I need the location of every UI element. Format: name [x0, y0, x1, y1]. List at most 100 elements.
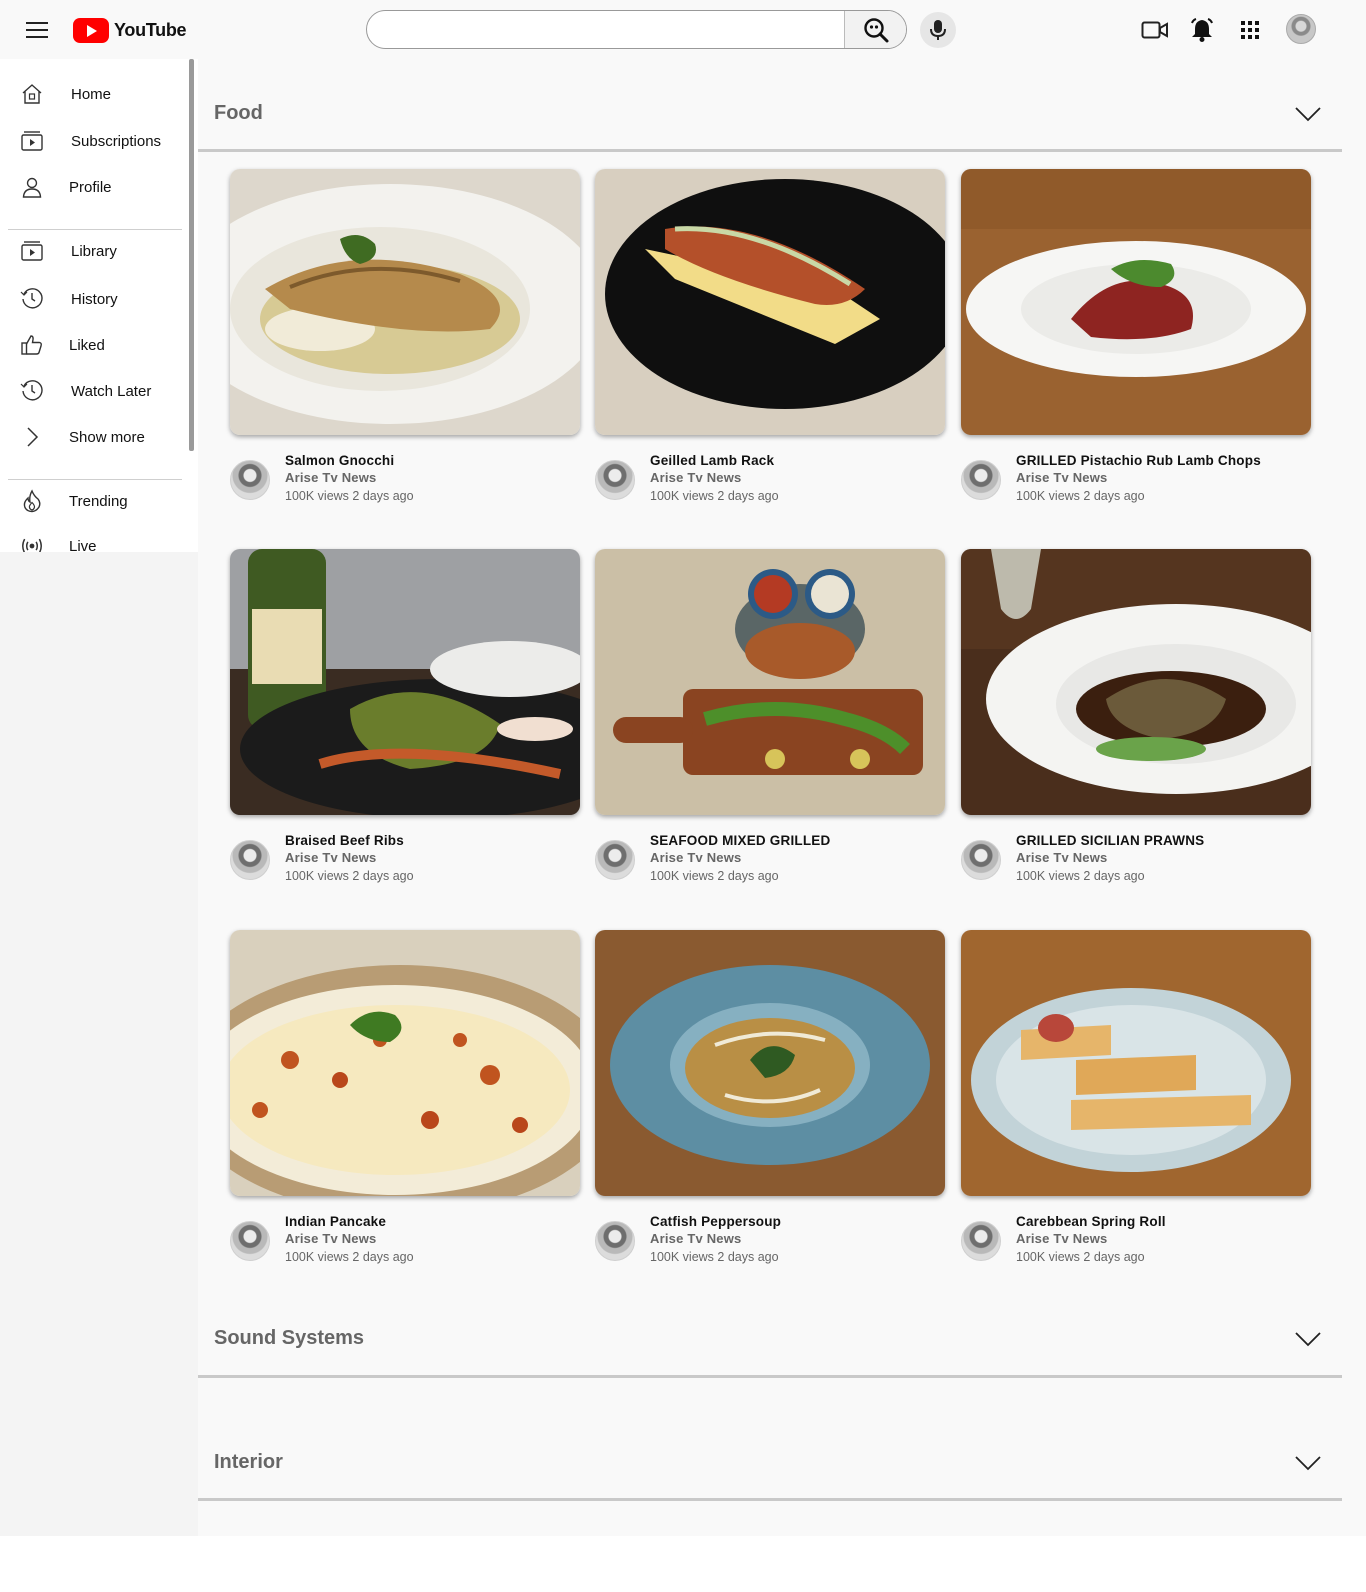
video-meta: 100K views 2 days ago: [1016, 869, 1145, 883]
channel-avatar[interactable]: [595, 1221, 635, 1261]
video-camera-icon[interactable]: [1141, 16, 1169, 44]
voice-search-button[interactable]: [920, 12, 956, 48]
section-header-sound-systems[interactable]: Sound Systems: [198, 1285, 1342, 1380]
video-thumbnail[interactable]: [961, 169, 1311, 435]
video-card[interactable]: Geilled Lamb Rack Arise Tv News 100K vie…: [595, 169, 945, 514]
chevron-down-icon[interactable]: [1295, 1455, 1321, 1471]
search-button[interactable]: [844, 11, 906, 48]
sidebar-scrollbar[interactable]: [189, 59, 194, 451]
video-meta: 100K views 2 days ago: [285, 1250, 414, 1264]
sidebar-item-liked[interactable]: Liked: [0, 325, 186, 365]
sidebar-divider: [8, 479, 182, 480]
bell-icon[interactable]: [1188, 16, 1216, 44]
video-title[interactable]: Catfish Peppersoup: [650, 1214, 781, 1229]
sidebar-item-subscriptions[interactable]: Subscriptions: [0, 121, 186, 161]
apps-grid-icon[interactable]: [1236, 16, 1264, 44]
video-card[interactable]: Catfish Peppersoup Arise Tv News 100K vi…: [595, 930, 945, 1275]
profile-icon: [20, 175, 44, 199]
sidebar-item-library[interactable]: Library: [0, 231, 186, 271]
video-card[interactable]: SEAFOOD MIXED GRILLED Arise Tv News 100K…: [595, 549, 945, 894]
video-card[interactable]: Salmon Gnocchi Arise Tv News 100K views …: [230, 169, 580, 514]
sidebar-item-home[interactable]: Home: [0, 74, 186, 114]
sidebar-item-watch-later[interactable]: Watch Later: [0, 371, 186, 411]
channel-avatar[interactable]: [230, 460, 270, 500]
video-thumbnail[interactable]: [595, 930, 945, 1196]
video-thumbnail[interactable]: [595, 169, 945, 435]
channel-name[interactable]: Arise Tv News: [285, 470, 376, 485]
sidebar-empty-area: [0, 552, 198, 1536]
clock-icon: [20, 379, 44, 403]
channel-name[interactable]: Arise Tv News: [1016, 850, 1107, 865]
channel-avatar[interactable]: [961, 1221, 1001, 1261]
page-footer-space: [0, 1536, 1366, 1592]
section-divider: [198, 1375, 1342, 1378]
channel-name[interactable]: Arise Tv News: [650, 470, 741, 485]
menu-icon[interactable]: [26, 22, 48, 38]
channel-name[interactable]: Arise Tv News: [285, 1231, 376, 1246]
video-thumbnail[interactable]: [230, 169, 580, 435]
search-bar: [366, 10, 907, 49]
section-title: Sound Systems: [214, 1327, 365, 1349]
video-title[interactable]: Braised Beef Ribs: [285, 833, 404, 848]
channel-name[interactable]: Arise Tv News: [1016, 470, 1107, 485]
logo-text: YouTube: [114, 19, 187, 40]
video-thumbnail[interactable]: [595, 549, 945, 815]
video-title[interactable]: GRILLED Pistachio Rub Lamb Chops: [1016, 453, 1261, 468]
mic-icon: [930, 20, 946, 40]
home-icon: [20, 82, 44, 106]
sidebar-item-label: Library: [71, 242, 117, 260]
channel-avatar[interactable]: [961, 460, 1001, 500]
top-bar: YouTube: [0, 0, 1366, 59]
sidebar-item-trending[interactable]: Trending: [0, 481, 186, 521]
channel-name[interactable]: Arise Tv News: [285, 850, 376, 865]
channel-name[interactable]: Arise Tv News: [650, 1231, 741, 1246]
video-card[interactable]: Indian Pancake Arise Tv News 100K views …: [230, 930, 580, 1275]
video-meta: 100K views 2 days ago: [1016, 489, 1145, 503]
channel-avatar[interactable]: [230, 840, 270, 880]
video-thumbnail[interactable]: [961, 930, 1311, 1196]
sidebar-item-label: Home: [71, 85, 112, 103]
video-title[interactable]: Salmon Gnocchi: [285, 453, 394, 468]
channel-avatar[interactable]: [595, 460, 635, 500]
channel-avatar[interactable]: [961, 840, 1001, 880]
video-title[interactable]: Indian Pancake: [285, 1214, 386, 1229]
video-card[interactable]: Carebbean Spring Roll Arise Tv News 100K…: [961, 930, 1311, 1275]
section-header-food[interactable]: Food: [198, 59, 1342, 154]
video-title[interactable]: Geilled Lamb Rack: [650, 453, 774, 468]
video-thumbnail[interactable]: [961, 549, 1311, 815]
video-card[interactable]: GRILLED SICILIAN PRAWNS Arise Tv News 10…: [961, 549, 1311, 894]
sidebar-item-label: Live: [69, 537, 97, 553]
channel-name[interactable]: Arise Tv News: [650, 850, 741, 865]
search-input[interactable]: [367, 11, 845, 48]
sidebar-item-label: Show more: [69, 428, 145, 446]
section-header-interior[interactable]: Interior: [198, 1409, 1342, 1504]
video-title[interactable]: Carebbean Spring Roll: [1016, 1214, 1166, 1229]
video-card[interactable]: GRILLED Pistachio Rub Lamb Chops Arise T…: [961, 169, 1311, 514]
chevron-down-icon[interactable]: [1295, 106, 1321, 122]
sidebar-item-show-more[interactable]: Show more: [0, 417, 186, 457]
sidebar-item-live[interactable]: Live: [0, 526, 186, 552]
video-meta: 100K views 2 days ago: [650, 1250, 779, 1264]
channel-avatar[interactable]: [595, 840, 635, 880]
sidebar-item-label: Subscriptions: [71, 132, 162, 150]
search-icon: [863, 17, 888, 42]
video-meta: 100K views 2 days ago: [285, 869, 414, 883]
chevron-down-icon[interactable]: [1295, 1331, 1321, 1347]
sidebar-item-profile[interactable]: Profile: [0, 167, 186, 207]
youtube-play-icon: [73, 17, 109, 43]
sidebar-item-label: Trending: [69, 492, 128, 510]
video-thumbnail[interactable]: [230, 930, 580, 1196]
video-thumbnail[interactable]: [230, 549, 580, 815]
youtube-logo[interactable]: YouTube: [73, 17, 187, 43]
sidebar-item-label: Profile: [69, 178, 112, 196]
channel-avatar[interactable]: [230, 1221, 270, 1261]
section-divider: [198, 1498, 1342, 1501]
video-title[interactable]: GRILLED SICILIAN PRAWNS: [1016, 833, 1204, 848]
video-card[interactable]: Braised Beef Ribs Arise Tv News 100K vie…: [230, 549, 580, 894]
sidebar-item-history[interactable]: History: [0, 279, 186, 319]
video-title[interactable]: SEAFOOD MIXED GRILLED: [650, 833, 830, 848]
account-avatar[interactable]: [1286, 14, 1316, 44]
flame-icon: [20, 489, 44, 513]
video-meta: 100K views 2 days ago: [1016, 1250, 1145, 1264]
channel-name[interactable]: Arise Tv News: [1016, 1231, 1107, 1246]
